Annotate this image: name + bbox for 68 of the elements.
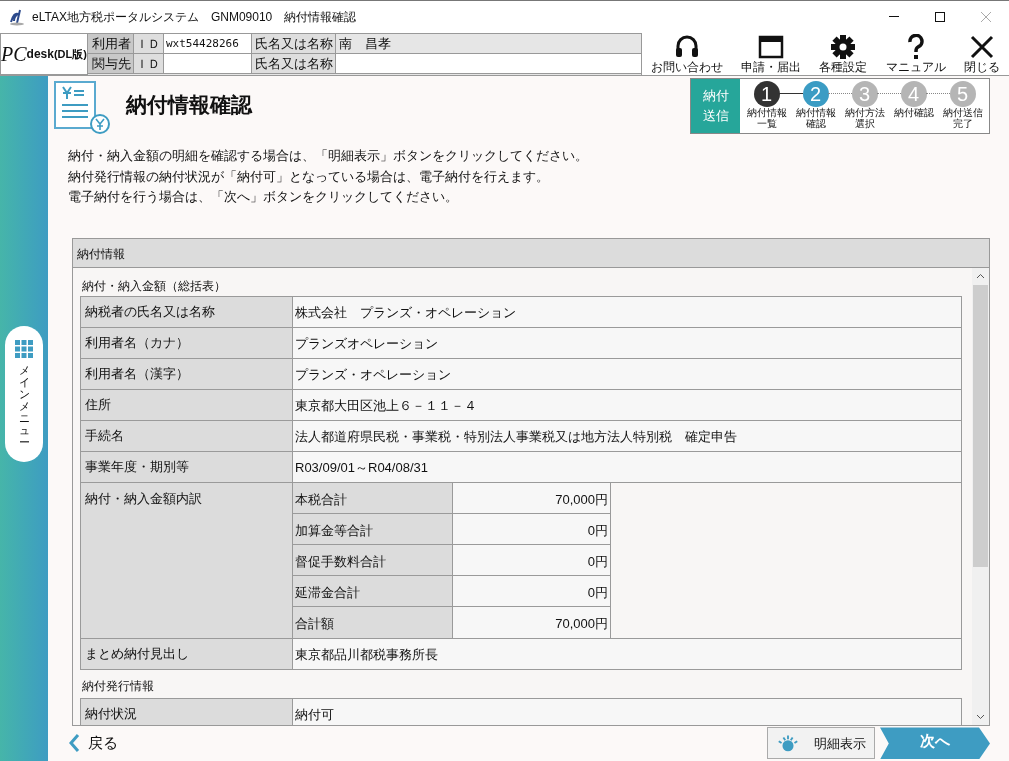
headset-icon: [674, 34, 701, 60]
grid-icon: [15, 339, 33, 358]
step-label: 納付情報確認: [794, 107, 837, 129]
step-number: 1: [753, 81, 780, 107]
scroll-thumb[interactable]: [973, 284, 988, 567]
amount-label: 本税合計: [293, 482, 453, 513]
amount-label: 延滞金合計: [293, 575, 453, 606]
main-menu-button[interactable]: メインメニュー: [5, 325, 43, 462]
step-number: 4: [900, 81, 927, 107]
row-label: ＩＤ: [134, 34, 164, 53]
row-label: 氏名又は名称: [252, 54, 336, 73]
field-label: 納税者の氏名又は名称: [81, 296, 293, 327]
row-label: 関与先: [88, 54, 134, 73]
instruction-text: 納付・納入金額の明細を確認する場合は、「明細表示」ボタンをクリックしてください。: [68, 148, 589, 166]
field-label: 利用者名（漢字）: [81, 358, 293, 389]
panel-title: 納付情報: [73, 238, 989, 268]
amount-label: 加算金等合計: [293, 513, 453, 544]
app-logo: PCdesk(DL版): [0, 33, 88, 75]
step-label: 納付情報一覧: [745, 107, 788, 129]
scrollbar[interactable]: [972, 267, 989, 725]
chevron-left-icon: [68, 733, 80, 754]
close-icon: [981, 12, 991, 22]
toolbar-button[interactable]: 申請・届出: [741, 34, 802, 74]
detail-button[interactable]: 明細表示: [767, 727, 875, 760]
flow-label: 納付送信: [691, 79, 740, 133]
toolbar-button[interactable]: マニュアル: [885, 34, 946, 74]
field-label: まとめ納付見出し: [81, 638, 293, 669]
amount-label: 督促手数料合計: [293, 544, 453, 575]
toolbar-button[interactable]: 閉じる: [963, 34, 1000, 74]
row-label: 氏名又は名称: [252, 34, 336, 53]
row-label: 利用者: [88, 34, 134, 53]
field-label: 住所: [81, 389, 293, 420]
toolbar-button[interactable]: 各種設定: [819, 34, 868, 74]
step-label: 納付方法選択: [843, 107, 886, 129]
user-name: 南 昌孝: [338, 35, 392, 53]
step-number: 2: [802, 81, 829, 107]
field-label: 手続名: [81, 420, 293, 451]
section-heading: 納付・納入金額（総括表）: [81, 277, 227, 295]
window-title: eLTAX地方税ポータルシステム GNM09010 納付情報確認: [32, 9, 357, 26]
field-label: 納付状況: [81, 698, 293, 725]
section-heading: 納付発行情報: [81, 677, 155, 695]
window-icon: [758, 34, 785, 60]
close-icon: [968, 34, 995, 60]
step-connector: [828, 93, 852, 94]
minimize-icon: [889, 16, 899, 18]
step-connector: [779, 93, 803, 94]
step-connector: [926, 93, 950, 94]
page-title: 納付情報確認: [126, 92, 252, 118]
invoice-icon: [53, 79, 111, 135]
field-label: 利用者名（カナ）: [81, 327, 293, 358]
row-label: ＩＤ: [134, 54, 164, 73]
instruction-text: 電子納付を行う場合は、「次へ」ボタンをクリックしてください。: [68, 189, 459, 207]
scroll-up-icon: [976, 271, 985, 281]
step-number: 3: [851, 81, 878, 107]
back-link[interactable]: 戻る: [68, 732, 118, 755]
step-number: 5: [949, 81, 976, 107]
amount-label: 合計額: [293, 606, 453, 638]
toolbar-button[interactable]: お問い合わせ: [651, 34, 724, 74]
step-connector: [877, 93, 901, 94]
instruction-text: 納付発行情報の納付状況が「納付可」となっている場合は、電子納付を行えます。: [68, 168, 550, 186]
step-label: 納付確認: [892, 107, 935, 118]
field-label: 事業年度・期別等: [81, 451, 293, 482]
app-logo-icon: [8, 8, 26, 26]
eye-icon: [776, 733, 800, 754]
step-label: 納付送信完了: [941, 107, 984, 129]
user-id: wxt54428266: [164, 34, 252, 53]
maximize-icon: [935, 12, 945, 22]
field-label: 納付・納入金額内訳: [81, 482, 293, 638]
